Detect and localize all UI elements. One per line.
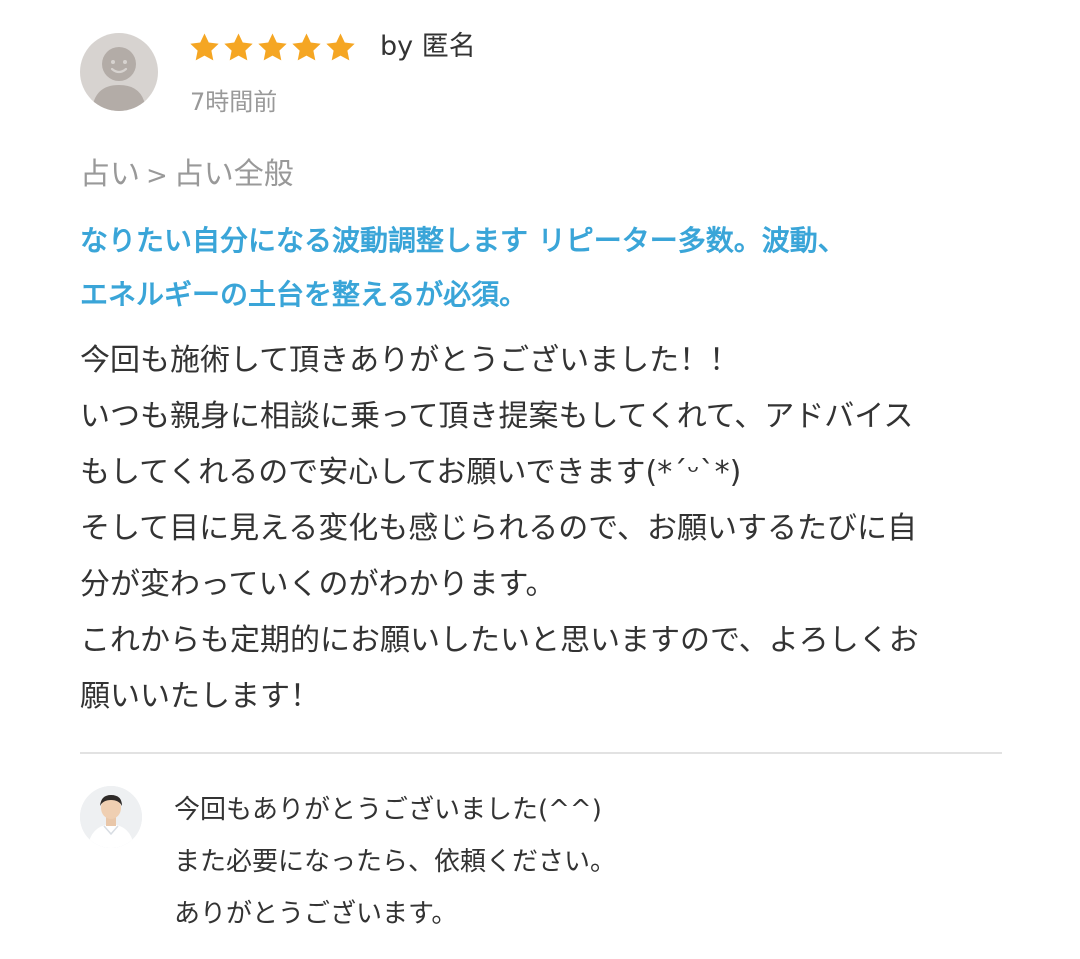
star-icon xyxy=(258,32,287,60)
star-icon xyxy=(224,32,253,60)
star-icon xyxy=(292,32,321,60)
reviewer-avatar xyxy=(80,33,158,111)
star-icon xyxy=(326,32,355,60)
reply-line: また必要になったら、依頼ください。 xyxy=(174,847,617,877)
review-card: by 匿名 7時間前 占い > 占い全般 なりたい自分になる波動調整します リピータ… xyxy=(0,0,1080,959)
service-title-line: エネルギーの土台を整えるが必須。 xyxy=(80,278,528,311)
category-parent-link[interactable]: 占い xyxy=(80,157,140,192)
reply-line: ありがとうございます。 xyxy=(174,899,458,929)
review-text: 今回も施術して頂きありがとうございました！！ いつも親身に相談に乗って頂き提案も… xyxy=(80,333,1040,725)
review-line: 分が変わっていくのがわかります。 xyxy=(80,567,556,602)
seller-avatar[interactable] xyxy=(80,786,142,848)
star-icon xyxy=(190,32,219,60)
review-line: そして目に見える変化も感じられるので、お願いするたびに自 xyxy=(80,511,917,546)
service-title-link[interactable]: なりたい自分になる波動調整します リピーター多数。波動、 エネルギーの土台を整え… xyxy=(80,214,1020,322)
review-line: いつも親身に相談に乗って頂き提案もしてくれて、アドバイス xyxy=(80,399,914,434)
service-title-line: なりたい自分になる波動調整します リピーター多数。波動、 xyxy=(80,224,846,257)
divider xyxy=(80,752,1002,754)
posted-time: 7時間前 xyxy=(190,88,278,116)
reply-line: 今回もありがとうございました(^^) xyxy=(174,795,602,825)
review-line: 今回も施術して頂きありがとうございました！！ xyxy=(80,343,740,378)
review-line: これからも定期的にお願いしたいと思いますので、よろしくお xyxy=(80,623,919,658)
category-child-link[interactable]: 占い全般 xyxy=(174,157,294,192)
seller-photo-icon xyxy=(80,786,142,848)
review-line: 願いいたします！ xyxy=(80,679,320,714)
breadcrumb-separator: > xyxy=(146,161,168,191)
reviewer-name: by 匿名 xyxy=(380,31,476,62)
category-breadcrumb: 占い > 占い全般 xyxy=(80,155,294,196)
seller-reply-text: 今回もありがとうございました(^^) また必要になったら、依頼ください。 ありが… xyxy=(174,784,1014,940)
review-line: もしてくれるので安心してお願いできます(*´ᵕ`*) xyxy=(80,455,742,490)
rating-stars xyxy=(188,30,358,64)
default-user-icon xyxy=(92,47,146,111)
